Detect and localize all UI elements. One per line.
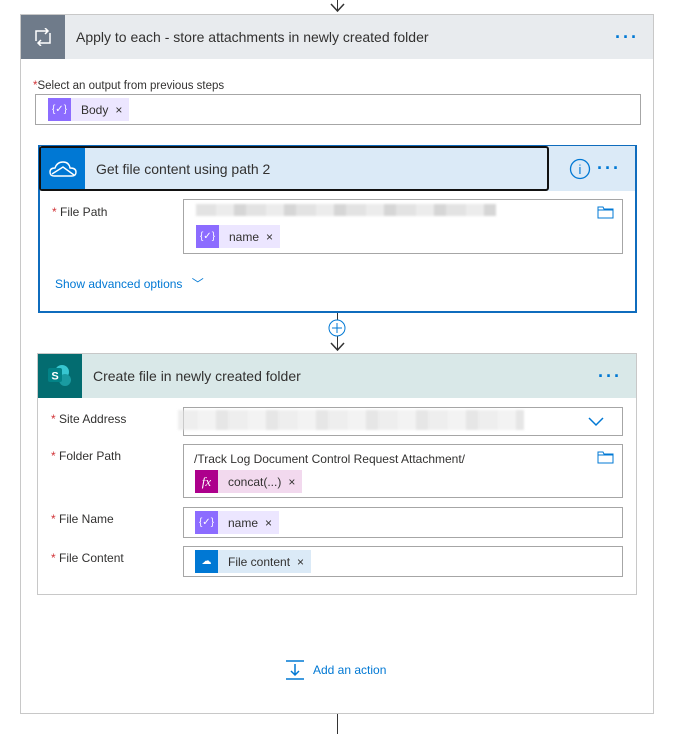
folder-path-input[interactable]: /Track Log Document Control Request Atta… — [183, 444, 623, 498]
redacted-value — [196, 204, 496, 216]
info-icon[interactable]: i — [569, 158, 591, 180]
card1-header[interactable]: Get file content using path 2 i ··· — [39, 146, 635, 191]
folder-icon[interactable] — [597, 206, 614, 219]
remove-token-icon[interactable]: × — [288, 475, 302, 489]
onedrive-icon — [41, 148, 85, 189]
card2-title: Create file in newly created folder — [93, 368, 301, 384]
loop-icon — [21, 15, 65, 59]
redacted-value — [178, 410, 524, 430]
more-options-button[interactable]: ··· — [597, 158, 621, 179]
name-token[interactable]: {✓} name × — [195, 511, 280, 534]
concat-token[interactable]: fx concat(...) × — [195, 470, 303, 493]
chevron-down-icon[interactable] — [588, 417, 604, 427]
folder-path-value: /Track Log Document Control Request Atta… — [194, 452, 466, 466]
remove-token-icon[interactable]: × — [265, 516, 279, 530]
folder-icon[interactable] — [597, 451, 614, 464]
card1-title: Get file content using path 2 — [96, 160, 271, 177]
sharepoint-icon: S — [38, 354, 82, 398]
connector-line — [337, 714, 338, 734]
file-content-input[interactable]: ☁ File content × — [183, 546, 623, 577]
file-path-label: * File Path — [52, 205, 108, 219]
remove-token-icon[interactable]: × — [297, 555, 311, 569]
variable-icon: {✓} — [48, 98, 71, 121]
arrow-down-icon — [330, 342, 345, 352]
arrow-down-icon — [330, 3, 345, 13]
loop-title: Apply to each - store attachments in new… — [76, 29, 429, 45]
add-an-action-button[interactable]: Add an action — [285, 660, 386, 680]
create-file-card: S Create file in newly created folder ··… — [37, 353, 637, 595]
file-name-label: * File Name — [51, 512, 114, 526]
remove-token-icon[interactable]: × — [266, 230, 280, 244]
add-step-button[interactable] — [328, 319, 346, 337]
site-address-dropdown[interactable] — [178, 407, 623, 436]
add-action-icon — [286, 660, 304, 680]
name-token[interactable]: {✓} name × — [196, 225, 281, 248]
show-advanced-options-link[interactable]: Show advanced options ﹀ — [55, 275, 204, 292]
get-file-content-card: Get file content using path 2 i ··· * Fi… — [38, 145, 637, 313]
site-address-label: * Site Address — [51, 412, 127, 426]
more-options-button[interactable]: ··· — [615, 27, 639, 48]
select-output-input[interactable]: {✓} Body × — [35, 94, 641, 125]
variable-icon: {✓} — [195, 511, 218, 534]
chevron-down-icon: ﹀ — [191, 277, 204, 291]
loop-header[interactable]: Apply to each - store attachments in new… — [21, 15, 653, 59]
onedrive-icon: ☁ — [195, 550, 218, 573]
folder-path-label: * Folder Path — [51, 449, 122, 463]
more-options-button[interactable]: ··· — [598, 366, 622, 387]
card2-header[interactable]: S Create file in newly created folder ··… — [38, 354, 636, 398]
file-content-label: * File Content — [51, 551, 124, 565]
svg-text:i: i — [579, 162, 582, 177]
file-path-input[interactable]: {✓} name × — [183, 199, 623, 254]
file-name-input[interactable]: {✓} name × — [183, 507, 623, 538]
file-content-token[interactable]: ☁ File content × — [195, 550, 312, 573]
body-token[interactable]: {✓} Body × — [48, 98, 130, 121]
svg-text:S: S — [51, 371, 58, 383]
select-output-label: *Select an output from previous steps — [33, 80, 225, 92]
expression-icon: fx — [195, 470, 218, 493]
remove-token-icon[interactable]: × — [115, 103, 129, 117]
variable-icon: {✓} — [196, 225, 219, 248]
